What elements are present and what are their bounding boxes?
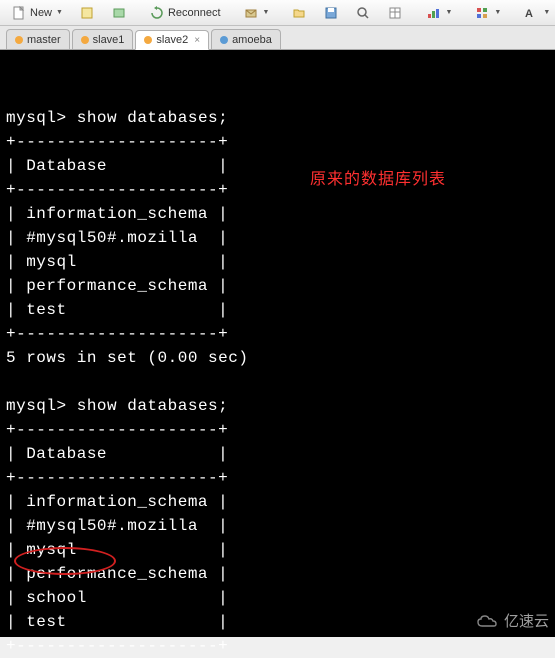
prompt: mysql> xyxy=(6,397,67,415)
apps-icon xyxy=(474,5,490,21)
tab-slave2[interactable]: slave2 × xyxy=(135,30,209,50)
svg-text:A: A xyxy=(525,8,533,20)
table-row: | #mysql50#.mozilla | xyxy=(6,229,228,247)
toolbar-icon-btn-3[interactable]: ▼ xyxy=(236,2,277,24)
table-header: | Database | xyxy=(6,445,228,463)
status-dot-icon xyxy=(81,36,89,44)
toolbar-icon-btn-6[interactable] xyxy=(348,2,378,24)
tab-master[interactable]: master xyxy=(6,29,70,49)
result-line: 5 rows in set (0.00 sec) xyxy=(6,349,248,367)
status-dot-icon xyxy=(144,36,152,44)
tab-amoeba[interactable]: amoeba xyxy=(211,29,281,49)
table-row: | test | xyxy=(6,613,228,631)
chevron-down-icon: ▼ xyxy=(543,9,550,16)
toolbar-icon-btn-7[interactable] xyxy=(380,2,410,24)
command: show databases; xyxy=(77,397,229,415)
tab-bar: master slave1 slave2 × amoeba xyxy=(0,26,555,50)
status-dot-icon xyxy=(15,36,23,44)
reconnect-icon xyxy=(149,5,165,21)
table-border: +--------------------+ xyxy=(6,181,228,199)
font-icon: A xyxy=(523,5,539,21)
toolbar-icon-btn-1[interactable] xyxy=(72,2,102,24)
chevron-down-icon: ▼ xyxy=(494,9,501,16)
command: show databases; xyxy=(77,109,229,127)
table-border: +--------------------+ xyxy=(6,325,228,343)
toolbar-icon-btn-8[interactable]: ▼ xyxy=(418,2,459,24)
chevron-down-icon: ▼ xyxy=(56,9,63,16)
tab-label: slave2 xyxy=(156,34,188,46)
toolbar-icon-btn-10[interactable]: A ▼ xyxy=(516,2,555,24)
table-row: | test | xyxy=(6,301,228,319)
new-icon xyxy=(11,5,27,21)
table-row: | #mysql50#.mozilla | xyxy=(6,517,228,535)
cloud-icon xyxy=(476,613,500,629)
save-icon xyxy=(323,5,339,21)
tab-slave1[interactable]: slave1 xyxy=(72,29,134,49)
status-dot-icon xyxy=(220,36,228,44)
annotation-original-list: 原来的数据库列表 xyxy=(310,168,446,192)
toolbar: New ▼ Reconnect ▼ xyxy=(0,0,555,26)
table-header: | Database | xyxy=(6,157,228,175)
document-icon xyxy=(79,5,95,21)
toolbar-icon-btn-9[interactable]: ▼ xyxy=(467,2,508,24)
table-border: +--------------------+ xyxy=(6,133,228,151)
reconnect-button[interactable]: Reconnect xyxy=(142,2,228,24)
chevron-down-icon: ▼ xyxy=(445,9,452,16)
table-row: | mysql | xyxy=(6,253,228,271)
toolbar-icon-btn-4[interactable] xyxy=(284,2,314,24)
tab-label: master xyxy=(27,34,61,46)
table-border: +--------------------+ xyxy=(6,637,228,655)
chevron-down-icon: ▼ xyxy=(263,9,270,16)
toolbar-icon-btn-2[interactable] xyxy=(104,2,134,24)
watermark: 亿速云 xyxy=(476,610,549,631)
table-row: | information_schema | xyxy=(6,205,228,223)
watermark-text: 亿速云 xyxy=(504,610,549,631)
table-row: | performance_schema | xyxy=(6,565,228,583)
new-button[interactable]: New ▼ xyxy=(4,2,70,24)
prompt: mysql> xyxy=(6,109,67,127)
table-row: | school | xyxy=(6,589,228,607)
toolbar-icon-btn-5[interactable] xyxy=(316,2,346,24)
send-icon xyxy=(243,5,259,21)
search-icon xyxy=(355,5,371,21)
close-icon[interactable]: × xyxy=(194,35,200,46)
table-row: | mysql | xyxy=(6,541,228,559)
tab-label: amoeba xyxy=(232,34,272,46)
table-icon xyxy=(387,5,403,21)
table-border: +--------------------+ xyxy=(6,421,228,439)
chart-icon xyxy=(425,5,441,21)
reconnect-label: Reconnect xyxy=(168,7,221,19)
folder-icon xyxy=(291,5,307,21)
new-label: New xyxy=(30,7,52,19)
table-row: | information_schema | xyxy=(6,493,228,511)
table-border: +--------------------+ xyxy=(6,469,228,487)
server-icon xyxy=(111,5,127,21)
table-row: | performance_schema | xyxy=(6,277,228,295)
tab-label: slave1 xyxy=(93,34,125,46)
terminal-output[interactable]: mysql> show databases; +----------------… xyxy=(0,50,555,637)
